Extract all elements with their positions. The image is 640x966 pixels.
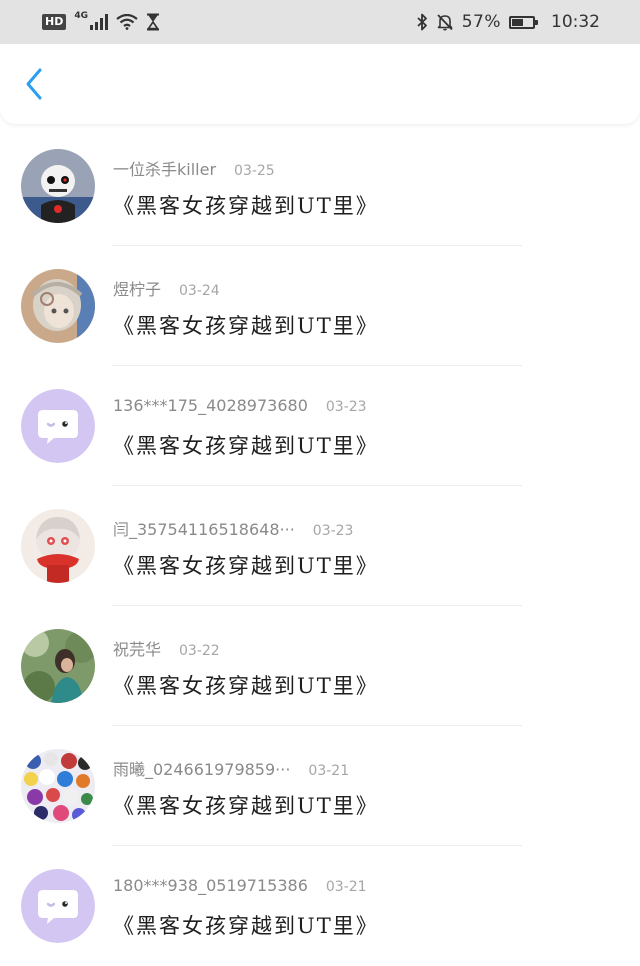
battery-icon bbox=[509, 15, 538, 29]
battery-percent: 57% bbox=[461, 12, 501, 32]
avatar[interactable] bbox=[21, 149, 95, 223]
avatar[interactable] bbox=[21, 749, 95, 823]
hd-badge: HD bbox=[42, 14, 67, 30]
list-item[interactable]: 煜柠子 03-24 《黑客女孩穿越到UT里》 bbox=[0, 246, 640, 366]
avatar[interactable] bbox=[21, 269, 95, 343]
bell-muted-icon bbox=[436, 13, 454, 31]
list-item[interactable]: 一位杀手killer 03-25 《黑客女孩穿越到UT里》 bbox=[0, 126, 640, 246]
comment-date: 03-23 bbox=[312, 523, 354, 539]
signal-strength-icon bbox=[90, 14, 108, 30]
comment-text: 《黑客女孩穿越到UT里》 bbox=[113, 674, 379, 698]
network-type-label: 4G bbox=[74, 10, 88, 21]
hourglass-icon bbox=[146, 13, 160, 31]
comment-text: 《黑客女孩穿越到UT里》 bbox=[113, 554, 379, 578]
comment-date: 03-21 bbox=[308, 763, 350, 779]
back-button[interactable] bbox=[14, 66, 54, 106]
status-time: 10:32 bbox=[551, 12, 600, 32]
comment-meta: 煜柠子 03-24 bbox=[113, 276, 220, 300]
avatar[interactable] bbox=[21, 869, 95, 943]
comment-list: 一位杀手killer 03-25 《黑客女孩穿越到UT里》 煜柠子 03-24 … bbox=[0, 126, 640, 966]
list-item[interactable]: 180***938_0519715386 03-21 《黑客女孩穿越到UT里》 bbox=[0, 846, 640, 966]
comment-text: 《黑客女孩穿越到UT里》 bbox=[113, 434, 379, 458]
avatar[interactable] bbox=[21, 389, 95, 463]
comment-date: 03-23 bbox=[325, 399, 367, 415]
avatar[interactable] bbox=[21, 629, 95, 703]
comment-meta: 一位杀手killer 03-25 bbox=[113, 156, 275, 180]
battery-fill bbox=[512, 18, 523, 26]
status-bar: HD 4G 57% 10:32 bbox=[0, 0, 640, 44]
comment-meta: 祝芫华 03-22 bbox=[113, 636, 220, 660]
username[interactable]: 一位杀手killer bbox=[113, 156, 216, 180]
comment-date: 03-22 bbox=[179, 643, 220, 659]
comment-meta: 闫_35754116518648··· 03-23 bbox=[113, 516, 353, 540]
list-item[interactable]: 雨曦_024661979859··· 03-21 《黑客女孩穿越到UT里》 bbox=[0, 726, 640, 846]
list-item[interactable]: 136***175_4028973680 03-23 《黑客女孩穿越到UT里》 bbox=[0, 366, 640, 486]
list-item[interactable]: 祝芫华 03-22 《黑客女孩穿越到UT里》 bbox=[0, 606, 640, 726]
username[interactable]: 180***938_0519715386 bbox=[113, 876, 308, 895]
username[interactable]: 136***175_4028973680 bbox=[113, 396, 308, 415]
comment-text: 《黑客女孩穿越到UT里》 bbox=[113, 794, 379, 818]
username[interactable]: 雨曦_024661979859··· bbox=[113, 756, 290, 780]
username[interactable]: 煜柠子 bbox=[113, 276, 161, 300]
comment-text: 《黑客女孩穿越到UT里》 bbox=[113, 914, 379, 938]
comment-text: 《黑客女孩穿越到UT里》 bbox=[113, 314, 379, 338]
comment-date: 03-21 bbox=[325, 879, 367, 895]
username[interactable]: 祝芫华 bbox=[113, 636, 161, 660]
status-right-group: 57% 10:32 bbox=[416, 12, 600, 32]
bluetooth-icon bbox=[416, 13, 428, 31]
username[interactable]: 闫_35754116518648··· bbox=[113, 516, 295, 540]
comment-meta: 雨曦_024661979859··· 03-21 bbox=[113, 756, 349, 780]
wifi-icon bbox=[116, 14, 138, 30]
status-left-group: HD 4G bbox=[42, 10, 160, 31]
list-item[interactable]: 闫_35754116518648··· 03-23 《黑客女孩穿越到UT里》 bbox=[0, 486, 640, 606]
comment-date: 03-24 bbox=[179, 283, 220, 299]
top-nav-header bbox=[0, 44, 640, 124]
comment-date: 03-25 bbox=[234, 163, 275, 179]
chevron-left-icon bbox=[24, 67, 44, 105]
comment-meta: 180***938_0519715386 03-21 bbox=[113, 876, 367, 895]
comment-text: 《黑客女孩穿越到UT里》 bbox=[113, 194, 379, 218]
comment-meta: 136***175_4028973680 03-23 bbox=[113, 396, 367, 415]
avatar[interactable] bbox=[21, 509, 95, 583]
